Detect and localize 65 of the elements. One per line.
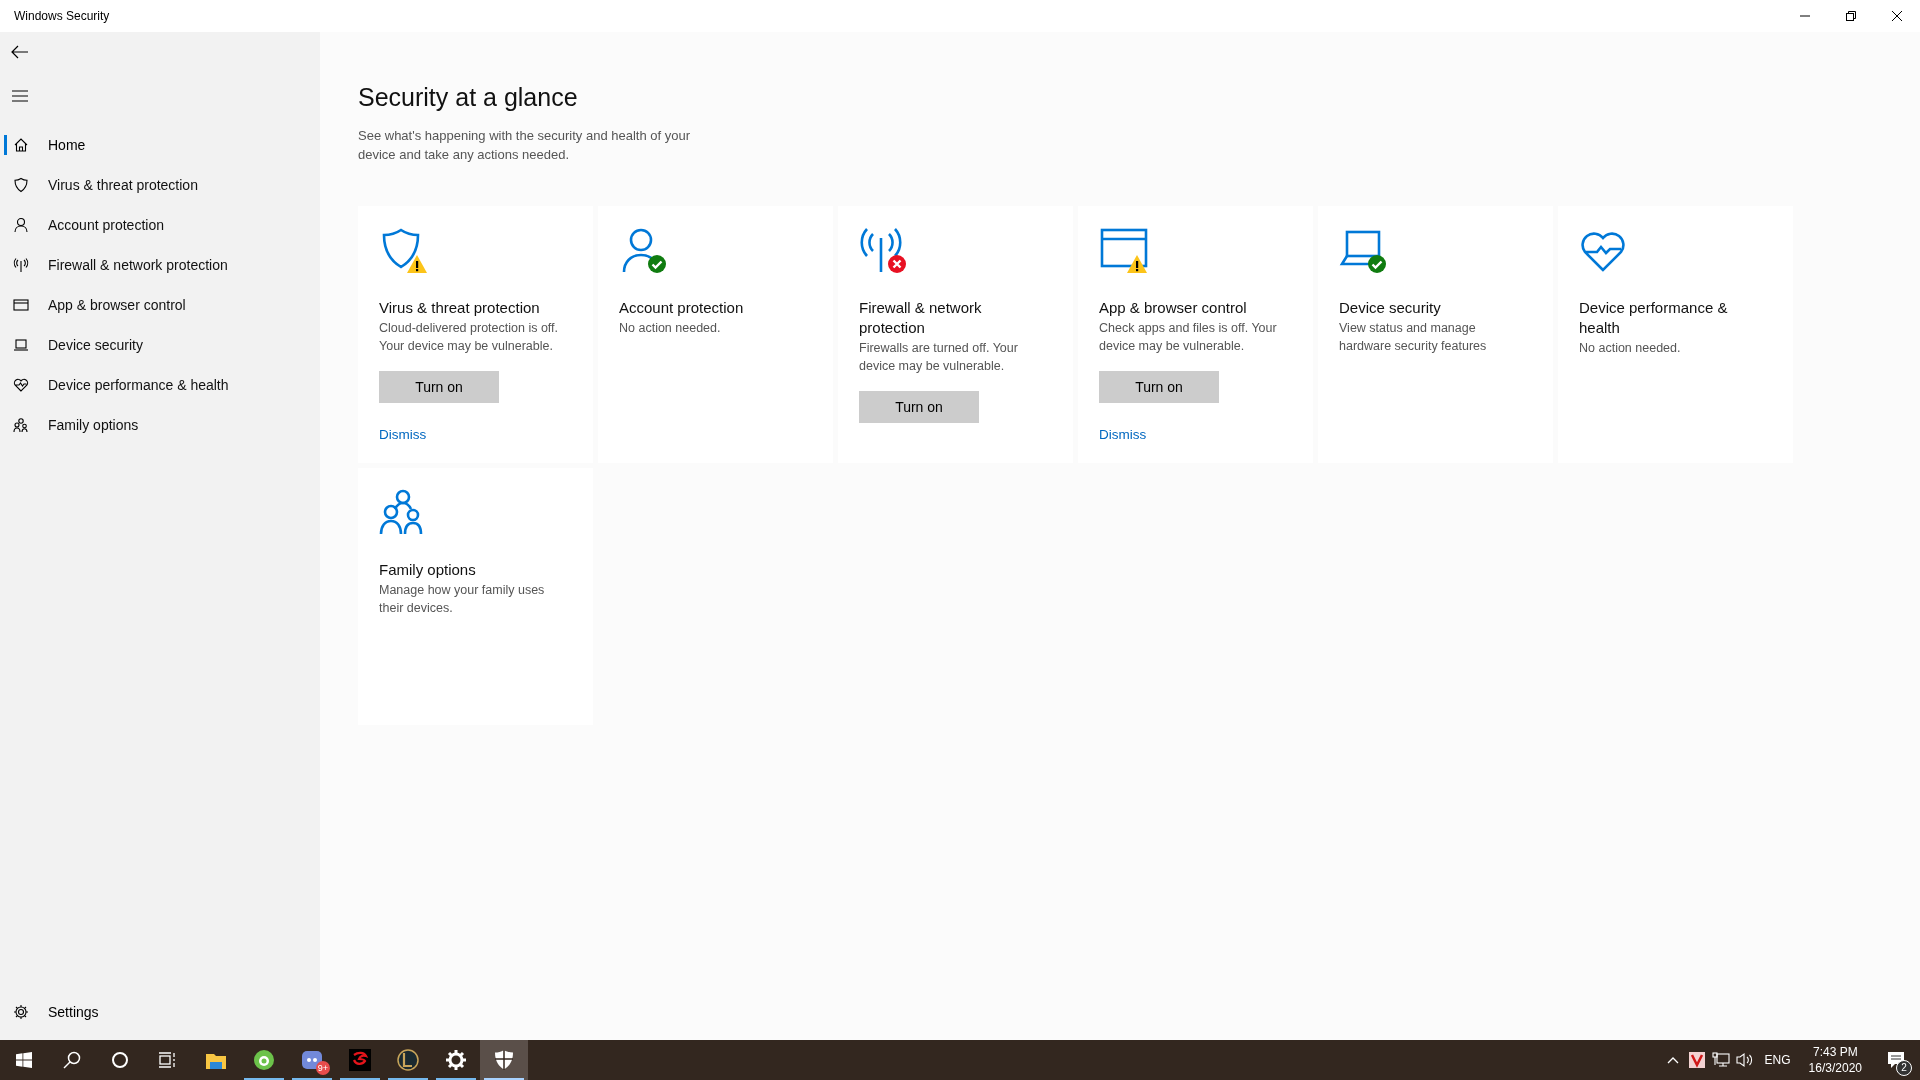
dismiss-link[interactable]: Dismiss bbox=[379, 425, 427, 446]
speaker-icon bbox=[1735, 1052, 1754, 1068]
card-description: Check apps and files is off. Your device may be vulnerable. bbox=[1099, 320, 1278, 355]
card-title: Virus & threat protection bbox=[379, 298, 541, 318]
restore-icon bbox=[1846, 11, 1856, 21]
close-icon bbox=[1892, 11, 1902, 21]
circle-icon bbox=[111, 1051, 129, 1069]
card-title: Family options bbox=[379, 560, 477, 580]
card-description: No action needed. bbox=[619, 320, 722, 337]
sidebar-item[interactable]: Device performance & health bbox=[0, 365, 320, 405]
game-icon bbox=[396, 1048, 420, 1072]
network-icon bbox=[1711, 1052, 1730, 1068]
shield-icon bbox=[13, 177, 29, 193]
browser-window-icon bbox=[13, 297, 29, 313]
page-description: See what's happening with the security and health of your device and take any actions needed. bbox=[358, 127, 692, 164]
heart-pulse-icon bbox=[13, 377, 29, 393]
laptop-icon bbox=[13, 337, 29, 353]
turn-on-button[interactable]: Turn on bbox=[379, 371, 499, 403]
home-icon bbox=[13, 137, 29, 153]
windows-logo-icon bbox=[16, 1052, 32, 1068]
sidebar-item[interactable]: Home bbox=[0, 125, 320, 165]
settings-icon bbox=[444, 1048, 468, 1072]
card-title: Firewall & network protection bbox=[859, 298, 983, 338]
card-description: No action needed. bbox=[1579, 340, 1682, 357]
page-heading: Security at a glance bbox=[358, 82, 579, 113]
card-title: App & browser control bbox=[1099, 298, 1248, 318]
search-icon bbox=[63, 1051, 81, 1069]
card-description: View status and manage hardware security features bbox=[1339, 320, 1488, 355]
chevron-up-icon bbox=[1666, 1056, 1679, 1064]
menu-icon bbox=[12, 90, 28, 102]
settings-icon bbox=[13, 1004, 29, 1020]
language-indicator[interactable]: ENG bbox=[1764, 1051, 1791, 1069]
card-description: Cloud-delivered protection is off. Your device may be vulnerable. bbox=[379, 320, 560, 355]
shield-icon bbox=[492, 1048, 516, 1072]
task-view-icon bbox=[159, 1052, 177, 1068]
game-launcher-icon bbox=[348, 1048, 372, 1072]
back-arrow-icon bbox=[11, 45, 29, 59]
card-description: Firewalls are turned off. Your device may be vulnerable. bbox=[859, 340, 1019, 375]
family-icon bbox=[13, 417, 29, 433]
sidebar-item[interactable]: App & browser control bbox=[0, 285, 320, 325]
sidebar-item[interactable]: Firewall & network protection bbox=[0, 245, 320, 285]
taskbar-app[interactable]: 9+ bbox=[288, 1040, 336, 1080]
settings-item[interactable]: Settings bbox=[0, 992, 320, 1032]
antenna-icon bbox=[13, 257, 29, 273]
card-title: Device security bbox=[1339, 298, 1442, 318]
card-title: Device performance & health bbox=[1579, 298, 1729, 338]
browser-icon bbox=[252, 1048, 276, 1072]
card-title: Account protection bbox=[619, 298, 745, 318]
clock-time[interactable]: 7:43 PM bbox=[1812, 1044, 1858, 1060]
notification-count: 2 bbox=[1896, 1060, 1912, 1076]
sidebar-item[interactable]: Virus & threat protection bbox=[0, 165, 320, 205]
dismiss-link[interactable]: Dismiss bbox=[1099, 425, 1147, 446]
sidebar-item[interactable]: Family options bbox=[0, 405, 320, 445]
taskbar-app[interactable] bbox=[480, 1040, 528, 1080]
turn-on-button[interactable]: Turn on bbox=[1099, 371, 1219, 403]
sidebar-item[interactable]: Device security bbox=[0, 325, 320, 365]
notifications-button[interactable]: 2 bbox=[1872, 1040, 1920, 1080]
card-description: Manage how your family uses their devices. bbox=[379, 582, 546, 617]
window-title: Windows Security bbox=[14, 8, 110, 25]
app-badge: 9+ bbox=[315, 1061, 330, 1075]
sidebar-item[interactable]: Account protection bbox=[0, 205, 320, 245]
person-icon bbox=[13, 217, 29, 233]
clock-date[interactable]: 16/3/2020 bbox=[1808, 1060, 1862, 1076]
turn-on-button[interactable]: Turn on bbox=[859, 391, 979, 423]
v-logo-icon bbox=[1688, 1052, 1705, 1068]
